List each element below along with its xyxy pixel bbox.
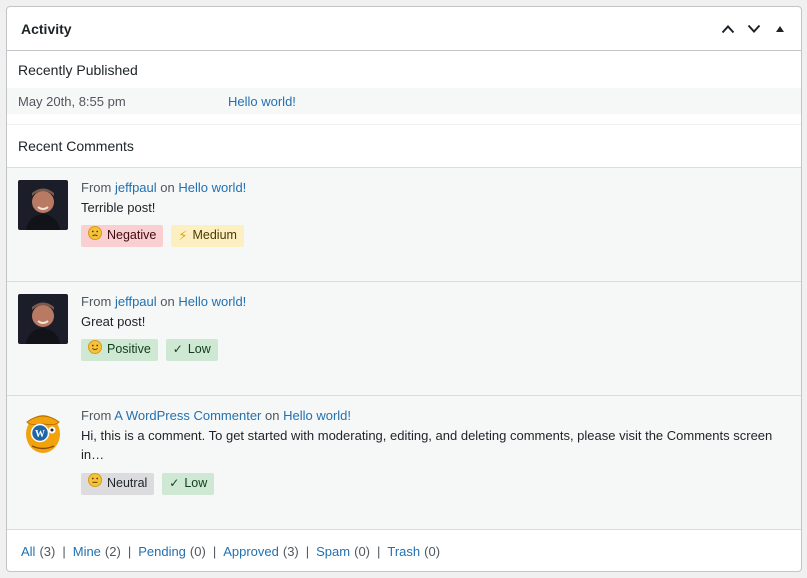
comment-post-link[interactable]: Hello world! <box>178 294 246 309</box>
comment-meta: From jeffpaul on Hello world! <box>81 292 790 312</box>
activity-widget: Activity Recently Published May 20th, 8:… <box>6 6 802 572</box>
comment-body: From jeffpaul on Hello world! Terrible p… <box>81 178 790 281</box>
separator: | <box>305 543 310 559</box>
comment-filter-links: All (3) | Mine (2) | Pending (0) | Appro… <box>7 530 801 571</box>
recent-comments-header: Recent Comments <box>7 125 801 168</box>
comment-text: Hi, this is a comment. To get started wi… <box>81 427 773 463</box>
check-icon: ✓ <box>169 475 180 490</box>
severity-badge: ⚡ Medium <box>171 225 244 247</box>
comment-item: From jeffpaul on Hello world! Great post… <box>7 282 801 396</box>
comment-meta: From A WordPress Commenter on Hello worl… <box>81 406 790 426</box>
separator: | <box>377 543 381 559</box>
comment-author-link[interactable]: jeffpaul <box>115 180 157 195</box>
triangle-up-icon <box>776 25 784 32</box>
comment-tags: Neutral ✓ Low <box>81 472 790 495</box>
sentiment-badge: Positive <box>81 339 158 361</box>
sentiment-label: Positive <box>107 342 151 357</box>
filter-trash-count: (0) <box>424 543 441 559</box>
severity-badge: ✓ Low <box>165 339 218 361</box>
comment-tags: Positive ✓ Low <box>81 339 790 361</box>
on-label: on <box>265 408 280 423</box>
sentiment-label: Neutral <box>107 475 148 490</box>
from-label: From <box>81 180 112 195</box>
severity-label: Medium <box>192 228 237 243</box>
filter-approved-count: (3) <box>282 543 299 559</box>
avatar <box>18 294 68 344</box>
comment-tags: Negative ⚡ Medium <box>81 225 790 247</box>
avatar <box>18 180 68 230</box>
comment-text: Great post! <box>81 313 146 329</box>
from-label: From <box>81 408 112 423</box>
severity-badge: ✓ Low <box>162 472 215 495</box>
chevron-up-icon <box>721 24 735 33</box>
smile-emoji-icon <box>88 339 102 361</box>
recently-published-title: Recently Published <box>18 61 138 78</box>
widget-title: Activity <box>21 20 72 37</box>
comment-text: Terrible post! <box>81 199 156 215</box>
separator: | <box>212 543 217 559</box>
toggle-panel-button[interactable] <box>769 18 791 40</box>
published-date: May 20th, 8:55 pm <box>18 93 126 109</box>
sentiment-badge: Negative <box>81 225 164 247</box>
section-divider <box>7 114 801 125</box>
severity-label: Low <box>187 342 211 357</box>
svg-text:W: W <box>35 429 45 440</box>
on-label: on <box>160 294 175 309</box>
widget-header: Activity <box>7 7 801 51</box>
sentiment-badge: Neutral <box>81 472 155 495</box>
filter-spam-count: (0) <box>354 543 370 559</box>
lightning-bolt-icon: ⚡ <box>178 228 188 244</box>
comment-post-link[interactable]: Hello world! <box>178 180 246 195</box>
filter-mine-count: (2) <box>104 543 121 559</box>
move-up-button[interactable] <box>717 18 739 40</box>
comment-author-link[interactable]: jeffpaul <box>115 294 157 309</box>
check-icon: ✓ <box>172 342 183 357</box>
sentiment-label: Negative <box>107 228 157 243</box>
recent-comments-title: Recent Comments <box>18 138 134 154</box>
filter-all-count: (3) <box>39 543 56 559</box>
separator: | <box>62 543 66 559</box>
avatar: W <box>18 408 68 458</box>
filter-pending-link[interactable]: Pending <box>138 544 186 559</box>
comment-body: From A WordPress Commenter on Hello worl… <box>81 406 790 529</box>
comment-item: W From A WordPress Commenter on Hello wo… <box>7 396 801 530</box>
filter-all-link[interactable]: All <box>21 544 35 559</box>
comment-author-link[interactable]: A WordPress Commenter <box>114 408 261 423</box>
on-label: on <box>160 180 175 195</box>
comment-item: From jeffpaul on Hello world! Terrible p… <box>7 168 801 282</box>
filter-spam-link[interactable]: Spam <box>316 544 350 559</box>
filter-pending-count: (0) <box>189 543 206 559</box>
frown-emoji-icon <box>88 225 102 247</box>
filter-mine-link[interactable]: Mine <box>73 544 101 559</box>
published-row: May 20th, 8:55 pm Hello world! <box>7 88 801 114</box>
filter-approved-link[interactable]: Approved <box>223 544 279 559</box>
comment-post-link[interactable]: Hello world! <box>283 408 351 423</box>
severity-label: Low <box>184 475 208 490</box>
move-down-button[interactable] <box>743 18 765 40</box>
comment-meta: From jeffpaul on Hello world! <box>81 178 790 198</box>
chevron-down-icon <box>747 24 761 33</box>
from-label: From <box>81 294 112 309</box>
published-post-link[interactable]: Hello world! <box>228 94 296 109</box>
filter-trash-link[interactable]: Trash <box>387 544 420 559</box>
handle-actions <box>717 18 791 40</box>
neutral-emoji-icon <box>88 473 102 494</box>
separator: | <box>127 543 132 559</box>
comment-body: From jeffpaul on Hello world! Great post… <box>81 292 790 395</box>
